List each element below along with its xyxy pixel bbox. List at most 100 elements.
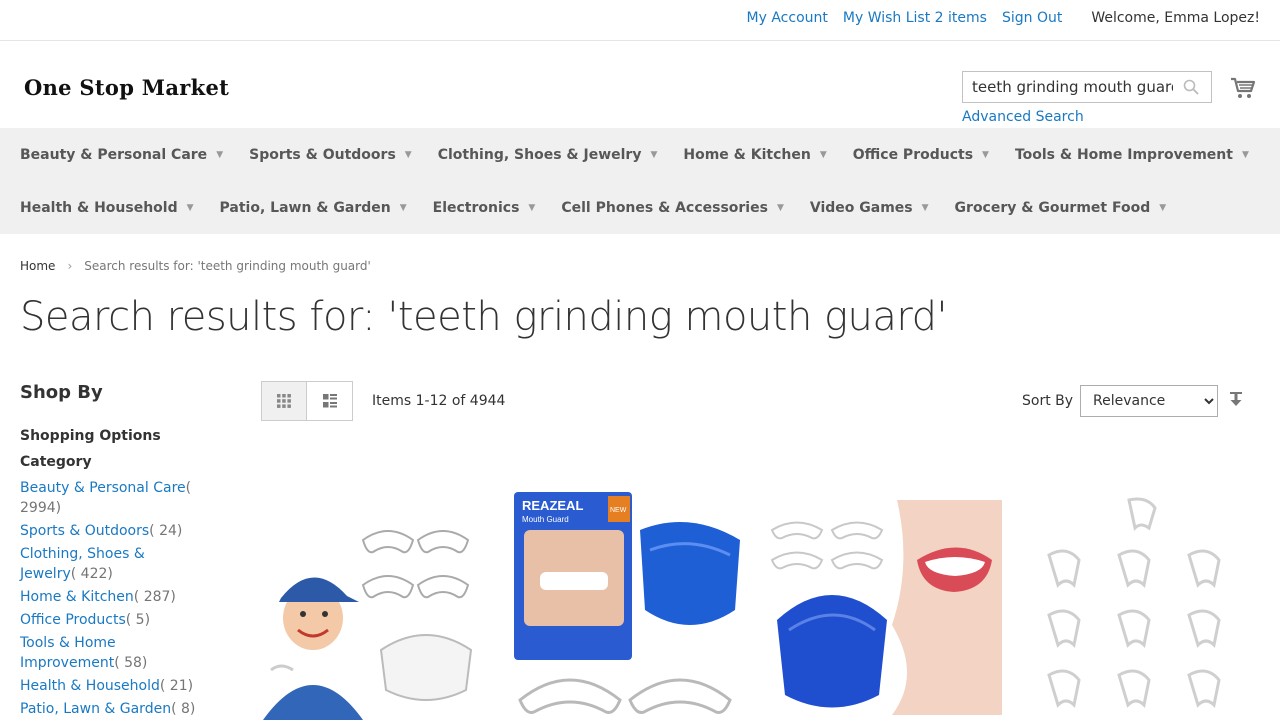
chevron-down-icon: ▼ [186,202,194,213]
nav-item-label: Beauty & Personal Care [20,146,208,163]
chevron-down-icon: ▼ [216,149,224,160]
list-item: Health & Household( 21) [20,676,200,696]
product-image[interactable] [767,490,1007,720]
nav-row-2: Health & Household ▼ Patio, Lawn & Garden… [20,181,1280,234]
sort-by-select[interactable]: Relevance [1080,385,1218,417]
category-count: ( 422) [70,566,113,582]
nav-item[interactable]: Video Games ▼ [810,200,929,216]
items-count: Items 1-12 of 4944 [372,393,506,409]
nav-item-label: Sports & Outdoors [249,146,396,163]
category-link[interactable]: Office Products [20,612,126,628]
my-account-link[interactable]: My Account [747,10,828,26]
category-link[interactable]: Health & Household [20,678,160,694]
category-count: ( 8) [171,701,196,717]
nav-item[interactable]: Electronics ▼ [433,200,536,216]
grid-icon [277,394,291,408]
list-view-button[interactable] [307,381,353,421]
cart-icon[interactable] [1230,76,1256,100]
nav-item-label: Electronics [432,199,520,216]
chevron-down-icon: ▼ [1159,202,1167,213]
product-brand-text: REAZEAL [522,498,583,513]
category-count: ( 5) [125,612,151,628]
category-link[interactable]: Tools & Home Improvement [20,635,116,671]
wish-list-link[interactable]: My Wish List 2 items [843,10,987,26]
category-link[interactable]: Sports & Outdoors [20,523,149,539]
category-count: ( 287) [133,589,176,605]
list-item: Clothing, Shoes & Jewelry( 422) [20,544,200,584]
product-image[interactable] [1024,490,1264,720]
reazeal-mouth-guard-image: REAZEAL Mouth Guard NEW [510,490,750,720]
sort-direction-arrow-icon[interactable] [1229,392,1243,408]
category-link[interactable]: Patio, Lawn & Garden [20,701,171,717]
nav-item[interactable]: Patio, Lawn & Garden ▼ [220,200,407,216]
product-image[interactable]: REAZEAL Mouth Guard NEW [510,490,750,720]
list-item: Patio, Lawn & Garden( 8) [20,699,200,719]
nav-item-label: Tools & Home Improvement [1014,146,1233,163]
search-input[interactable] [963,72,1173,102]
list-item: Home & Kitchen( 287) [20,587,200,607]
nav-row-1: Beauty & Personal Care ▼ Sports & Outdoor… [20,128,1280,181]
nav-item-label: Office Products [852,146,974,163]
nav-item[interactable]: Tools & Home Improvement ▼ [1015,147,1249,163]
chevron-down-icon: ▼ [776,202,784,213]
nav-item-label: Cell Phones & Accessories [561,199,768,216]
product-badge-text: NEW [610,507,627,514]
grid-view-button[interactable] [261,381,307,421]
category-count: ( 21) [159,678,194,694]
wish-list-count: 2 items [934,10,987,26]
search-icon[interactable] [1183,79,1199,95]
nav-item[interactable]: Cell Phones & Accessories ▼ [561,200,784,216]
category-link[interactable]: Beauty & Personal Care [20,480,186,496]
category-count: ( 24) [149,523,183,539]
category-filter-title[interactable]: Category [20,454,200,470]
nav-item[interactable]: Clothing, Shoes & Jewelry ▼ [438,147,658,163]
top-bar: My Account My Wish List 2 items Sign Out… [0,0,1280,41]
breadcrumb: Home › Search results for: 'teeth grindi… [20,259,371,273]
nav-item[interactable]: Sports & Outdoors ▼ [249,147,412,163]
shop-by-title: Shop By [20,382,103,403]
nav-item[interactable]: Office Products ▼ [853,147,989,163]
nav-item-label: Grocery & Gourmet Food [954,199,1151,216]
welcome-message: Welcome, Emma Lopez! [1091,10,1260,26]
sidebar: Shop By Shopping Options Category Beauty… [20,380,200,720]
smile-mouth-guard-image [767,490,1007,720]
chevron-down-icon: ▼ [1241,149,1249,160]
category-list: Beauty & Personal Care( 2994) Sports & O… [20,478,200,719]
nav-item[interactable]: Home & Kitchen ▼ [683,147,826,163]
page-title: Search results for: 'teeth grinding mout… [20,294,948,340]
breadcrumb-current: Search results for: 'teeth grinding mout… [84,259,371,273]
category-link[interactable]: Home & Kitchen [20,589,134,605]
nav-item[interactable]: Health & Household ▼ [20,200,194,216]
nav-item-label: Video Games [809,199,913,216]
shopping-options-title: Shopping Options [20,428,161,444]
list-item: Office Products( 5) [20,610,200,630]
product-sub-text: Mouth Guard [522,515,569,524]
list-item: Beauty & Personal Care( 2994) [20,478,200,518]
view-mode-switcher [261,381,353,421]
chevron-down-icon: ▼ [399,202,407,213]
sign-out-link[interactable]: Sign Out [1002,10,1062,26]
list-item: Tools & Home Improvement( 58) [20,633,200,673]
breadcrumb-home[interactable]: Home [20,259,55,273]
header: One Stop Market Advanced Search [0,41,1280,128]
store-logo[interactable]: One Stop Market [24,75,229,100]
nav-item-label: Clothing, Shoes & Jewelry [437,146,642,163]
chevron-down-icon: ▼ [650,149,658,160]
nav-item[interactable]: Grocery & Gourmet Food ▼ [955,200,1167,216]
nav-item-label: Health & Household [20,199,178,216]
list-icon [322,394,337,408]
category-nav: Beauty & Personal Care ▼ Sports & Outdoor… [0,128,1280,234]
product-image[interactable] [253,490,493,720]
chevron-down-icon: ▼ [921,202,929,213]
sort-by-label: Sort By [1022,393,1074,409]
chevron-down-icon: ▼ [819,149,827,160]
category-count: ( 58) [114,655,148,671]
header-links: My Account My Wish List 2 items Sign Out… [732,10,1260,26]
list-item: Sports & Outdoors( 24) [20,521,200,541]
search-box [962,71,1212,103]
advanced-search-link[interactable]: Advanced Search [962,109,1084,125]
nav-item[interactable]: Beauty & Personal Care ▼ [20,147,223,163]
nav-item-label: Home & Kitchen [683,146,811,163]
chevron-down-icon: ▼ [982,149,989,160]
chevron-right-icon: › [67,259,73,273]
